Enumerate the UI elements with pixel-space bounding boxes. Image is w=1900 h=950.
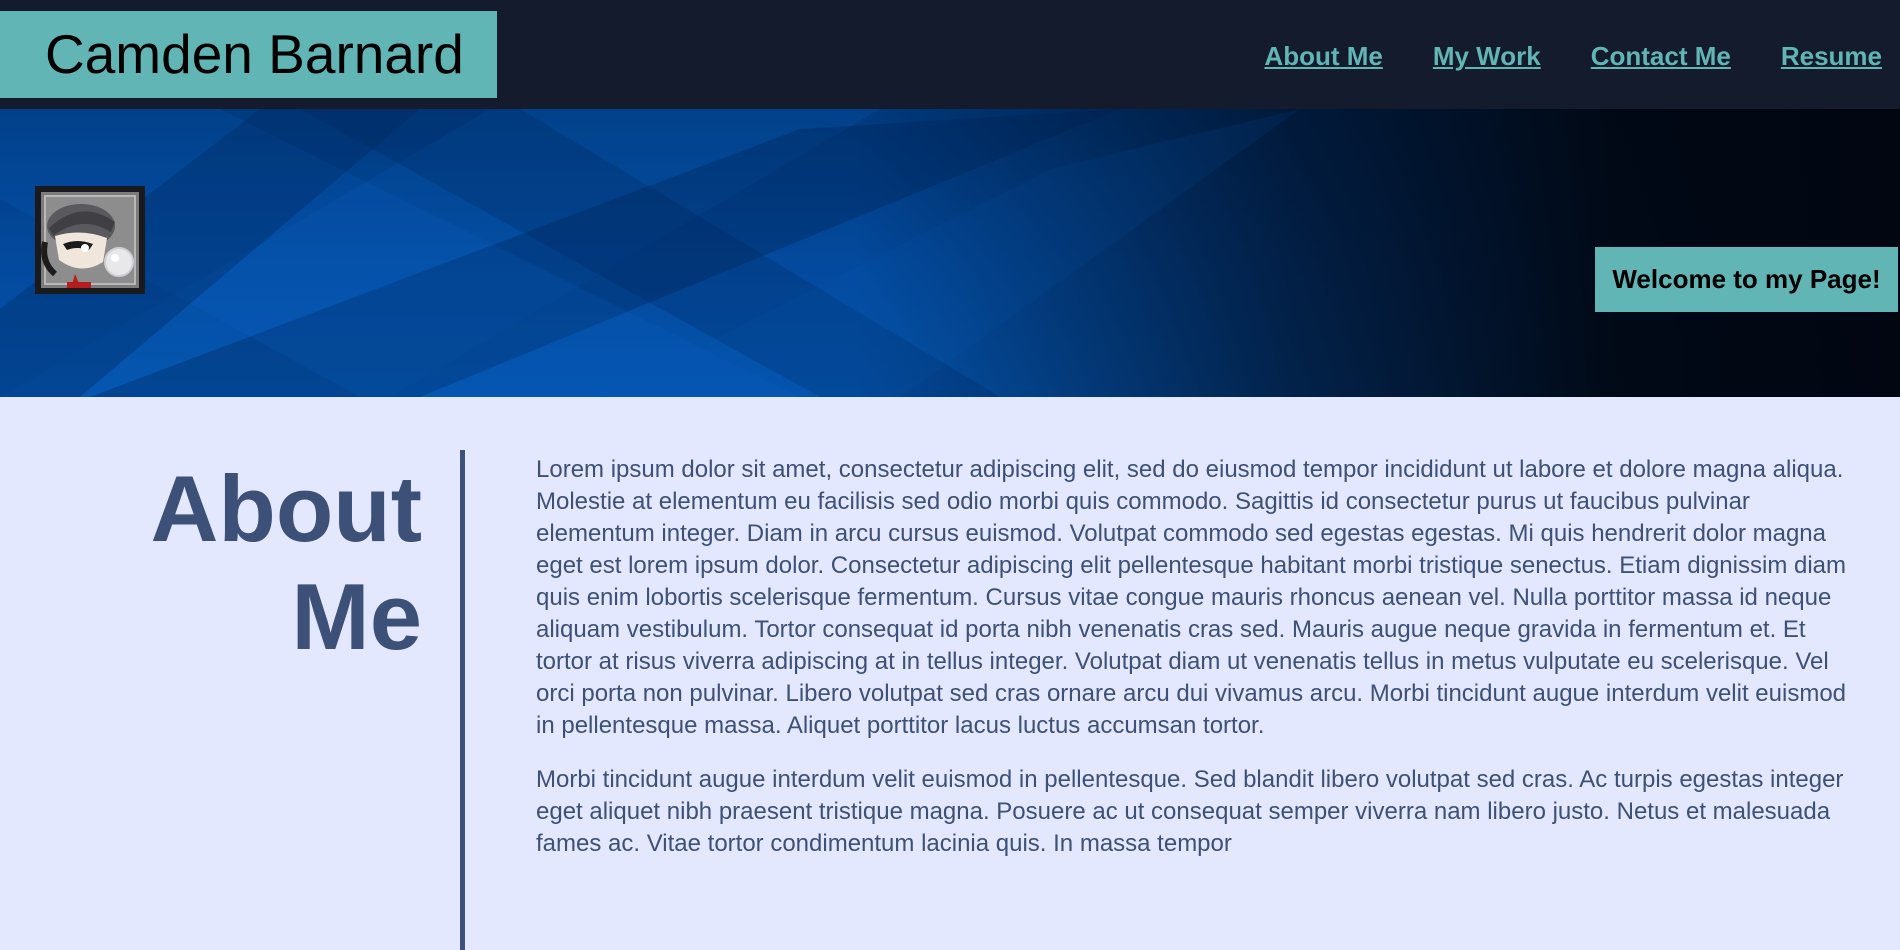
nav-link-about-me[interactable]: About Me (1264, 36, 1382, 76)
avatar[interactable] (35, 186, 145, 294)
about-paragraph-2: Morbi tincidunt augue interdum velit eui… (536, 766, 1844, 857)
about-heading: About Me (151, 455, 422, 671)
site-brand: Camden Barnard (0, 11, 497, 98)
cartoon-avatar-icon (41, 192, 139, 288)
main-nav: About Me My Work Contact Me Resume (1264, 36, 1882, 76)
about-paragraph-1: Lorem ipsum dolor sit amet, consectetur … (536, 456, 1847, 739)
about-heading-line-2: Me (291, 564, 422, 669)
about-body: Lorem ipsum dolor sit amet, consectetur … (536, 454, 1852, 882)
vertical-divider (460, 450, 465, 950)
about-heading-line-1: About (150, 456, 422, 561)
site-header: Camden Barnard About Me My Work Contact … (0, 0, 1900, 109)
nav-link-contact-me[interactable]: Contact Me (1591, 36, 1731, 76)
welcome-banner: Welcome to my Page! (1595, 247, 1898, 312)
hero-banner: Welcome to my Page! (0, 109, 1900, 397)
nav-link-my-work[interactable]: My Work (1433, 36, 1541, 76)
nav-link-resume[interactable]: Resume (1781, 36, 1882, 76)
about-section: About Me Lorem ipsum dolor sit amet, con… (0, 397, 1900, 950)
